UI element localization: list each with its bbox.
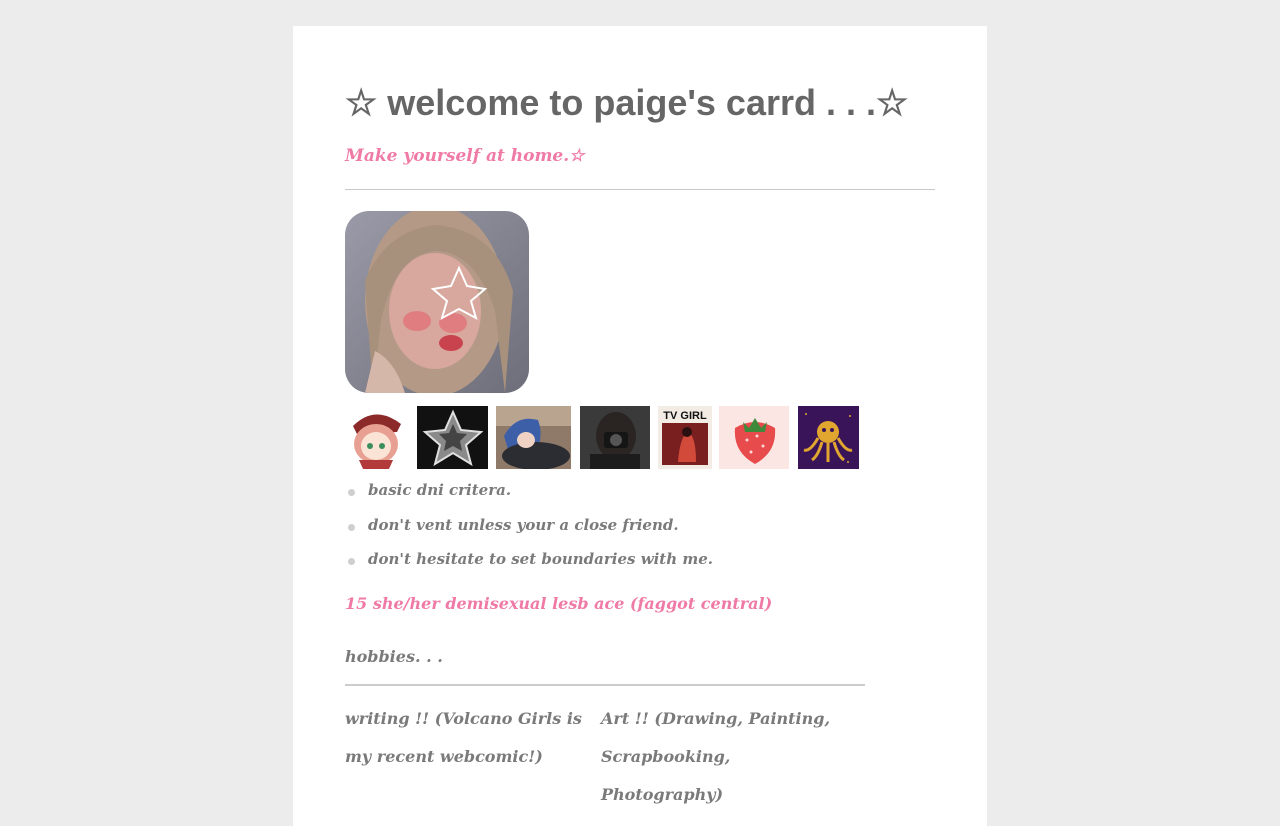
hobbies-divider (345, 684, 865, 686)
list-item: basic dni critera. (345, 481, 713, 516)
thumbnail-strawberry (719, 406, 789, 469)
hobbies-heading: hobbies. . . (345, 647, 443, 666)
thumbnail-star (417, 406, 488, 469)
divider (345, 189, 935, 190)
thumbnail-tv-girl: TV GIRL (658, 406, 712, 469)
thumbnail-camera (580, 406, 650, 469)
rule-text: basic dni critera. (368, 481, 512, 499)
bullet-icon (348, 523, 355, 531)
hobby-writing: writing !! (Volcano Girls is my recent w… (345, 709, 582, 766)
list-item: don't hesitate to set boundaries with me… (345, 550, 713, 585)
avatar (345, 211, 529, 393)
thumbnail-octopus (798, 406, 859, 469)
list-item: don't vent unless your a close friend. (345, 516, 713, 551)
identity-line: 15 she/her demisexual lesb ace (faggot c… (345, 594, 773, 613)
thumbnail-blue-hair (496, 406, 571, 469)
hobby-art: Art !! (Drawing, Painting, Scrapbooking,… (601, 709, 831, 804)
bullet-icon (348, 489, 355, 496)
page-title: ☆ welcome to paige's carrd . . .☆ (345, 82, 909, 123)
bullet-icon (348, 558, 355, 565)
tv-girl-label: TV GIRL (663, 410, 707, 422)
thumbnail-anime-chibi (345, 406, 408, 469)
rules-list: basic dni critera. don't vent unless you… (345, 481, 713, 585)
rule-text: don't hesitate to set boundaries with me… (368, 550, 713, 568)
carrd-card: ☆ welcome to paige's carrd . . .☆ Make y… (293, 26, 987, 826)
tagline: Make yourself at home.☆ (345, 146, 585, 166)
rule-text: don't vent unless your a close friend. (368, 515, 679, 534)
